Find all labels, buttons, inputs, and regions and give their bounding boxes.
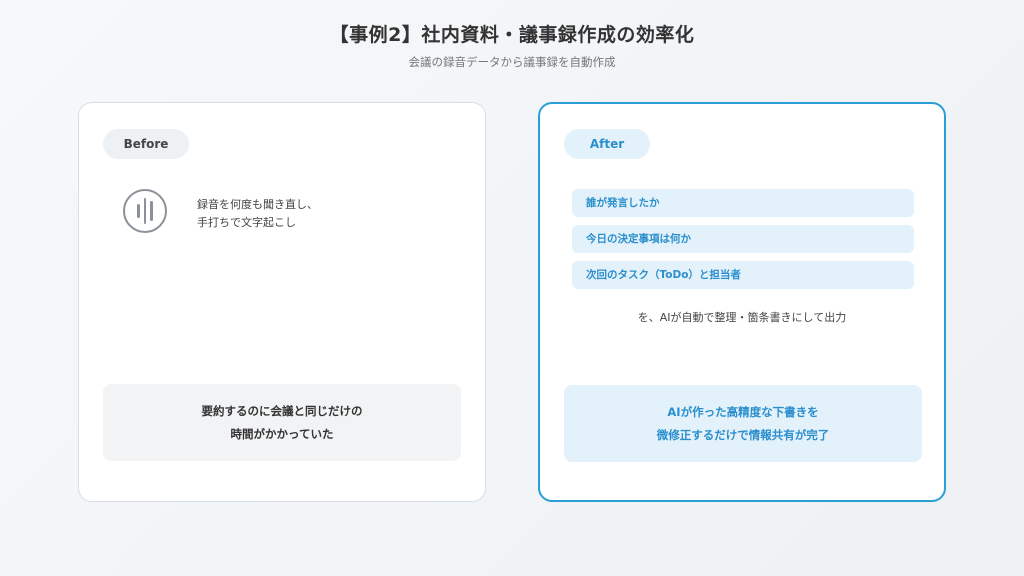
after-summary-line1: AIが作った高精度な下書きを: [667, 404, 819, 419]
after-point-item: 次回のタスク（ToDo）と担当者: [572, 261, 914, 289]
before-summary: 要約するのに会議と同じだけの 時間がかかっていた: [103, 384, 461, 461]
before-summary-line1: 要約するのに会議と同じだけの: [201, 403, 363, 418]
voice-waveform-icon: [123, 189, 167, 233]
before-label: Before: [103, 129, 189, 159]
before-description: 録音を何度も聞き直し、 手打ちで文字起こし: [197, 196, 318, 232]
after-label: After: [564, 129, 650, 159]
after-point-item: 誰が発言したか: [572, 189, 914, 217]
after-summary: AIが作った高精度な下書きを 微修正するだけで情報共有が完了: [564, 385, 922, 462]
before-description-line1: 録音を何度も聞き直し、: [197, 198, 318, 211]
before-card: Before 録音を何度も聞き直し、 手打ちで文字起こし 要約するのに会議と同じ…: [78, 102, 486, 502]
after-note: を、AIが自動で整理・箇条書きにして出力: [637, 311, 847, 324]
after-card: After 誰が発言したか 今日の決定事項は何か 次回のタスク（ToDo）と担当…: [538, 102, 946, 502]
before-summary-line2: 時間がかかっていた: [230, 426, 334, 441]
after-point-item: 今日の決定事項は何か: [572, 225, 914, 253]
page-title: 【事例2】社内資料・議事録作成の効率化: [329, 24, 695, 46]
page-subtitle: 会議の録音データから議事録を自動作成: [408, 55, 616, 69]
before-description-line2: 手打ちで文字起こし: [197, 216, 296, 229]
after-summary-line2: 微修正するだけで情報共有が完了: [656, 427, 830, 442]
